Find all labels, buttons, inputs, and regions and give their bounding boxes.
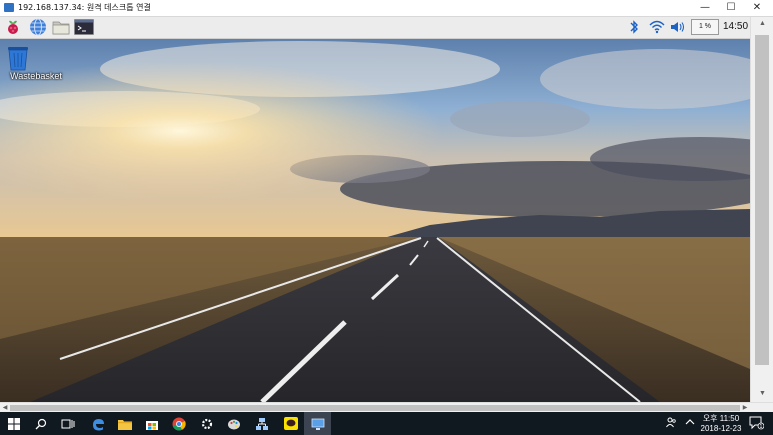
- minimize-button[interactable]: —: [692, 0, 718, 16]
- action-center-icon[interactable]: 1: [749, 416, 765, 433]
- close-button[interactable]: ✕: [744, 0, 770, 16]
- bluetooth-icon[interactable]: [628, 19, 640, 35]
- edge-icon: [92, 418, 104, 430]
- maximize-button[interactable]: ☐: [718, 0, 744, 16]
- task-view-icon: [61, 419, 74, 428]
- horizontal-scroll-thumb[interactable]: [10, 405, 740, 411]
- scroll-up-arrow[interactable]: ▲: [751, 17, 773, 31]
- volume-icon[interactable]: [670, 19, 686, 35]
- vertical-scroll-thumb[interactable]: [755, 35, 769, 365]
- web-browser-icon[interactable]: [29, 18, 47, 36]
- taskbar-remote-desktop[interactable]: [304, 412, 331, 435]
- task-view-button[interactable]: [54, 412, 81, 435]
- taskbar-file-explorer[interactable]: [111, 412, 138, 435]
- gear-icon: [201, 418, 212, 429]
- scroll-down-arrow[interactable]: ▼: [751, 387, 773, 401]
- vertical-scrollbar[interactable]: ▲ ▼: [750, 17, 773, 402]
- kakaotalk-icon: [283, 417, 298, 430]
- paint-icon: [227, 419, 240, 429]
- cpu-monitor[interactable]: 1 %: [691, 19, 719, 35]
- taskbar-paint[interactable]: [220, 412, 247, 435]
- search-icon: [35, 418, 46, 429]
- taskbar-store[interactable]: [138, 412, 165, 435]
- search-button[interactable]: [27, 412, 54, 435]
- remote-desktop-icon: [4, 3, 14, 12]
- taskbar-chrome[interactable]: [165, 412, 192, 435]
- file-manager-icon[interactable]: [52, 18, 70, 36]
- store-icon: [145, 420, 158, 430]
- windows-logo-icon: [7, 417, 20, 430]
- start-button[interactable]: [0, 412, 27, 435]
- network-icon: [255, 417, 268, 430]
- taskbar-time: 오후 11:50: [702, 414, 740, 423]
- desktop-wallpaper[interactable]: Wastebasket: [0, 39, 750, 402]
- windows-taskbar: 오후 11:50 2018-12-23 1: [0, 412, 773, 435]
- desktop-icon-wastebasket[interactable]: Wastebasket: [6, 45, 66, 81]
- terminal-icon[interactable]: [74, 18, 94, 36]
- wifi-icon[interactable]: [649, 19, 665, 35]
- taskbar-date: 2018-12-23: [700, 424, 742, 433]
- notification-count: 1: [759, 424, 762, 430]
- desktop-icon-label: Wastebasket: [10, 71, 62, 81]
- people-icon[interactable]: [666, 417, 677, 431]
- desktop-panel: 1 % 14:50: [0, 17, 750, 39]
- wastebasket-icon: [8, 47, 28, 71]
- show-hidden-icons-chevron-up-icon[interactable]: [685, 417, 695, 430]
- chrome-icon: [172, 417, 186, 430]
- taskbar-kakaotalk[interactable]: [277, 412, 304, 435]
- taskbar-network-app[interactable]: [248, 412, 275, 435]
- window-titlebar[interactable]: 192.168.137.34: 원격 데스크톱 연결 — ☐ ✕: [0, 0, 773, 17]
- taskbar-clock[interactable]: 오후 11:50 2018-12-23: [699, 414, 743, 434]
- taskbar-settings[interactable]: [193, 412, 220, 435]
- folder-icon: [117, 419, 132, 430]
- taskbar-edge[interactable]: [84, 412, 111, 435]
- window-title: 192.168.137.34: 원격 데스크톱 연결: [18, 3, 151, 12]
- panel-clock[interactable]: 14:50: [723, 21, 748, 32]
- raspberry-menu-icon[interactable]: [4, 18, 22, 36]
- remote-desktop-icon: [311, 418, 324, 430]
